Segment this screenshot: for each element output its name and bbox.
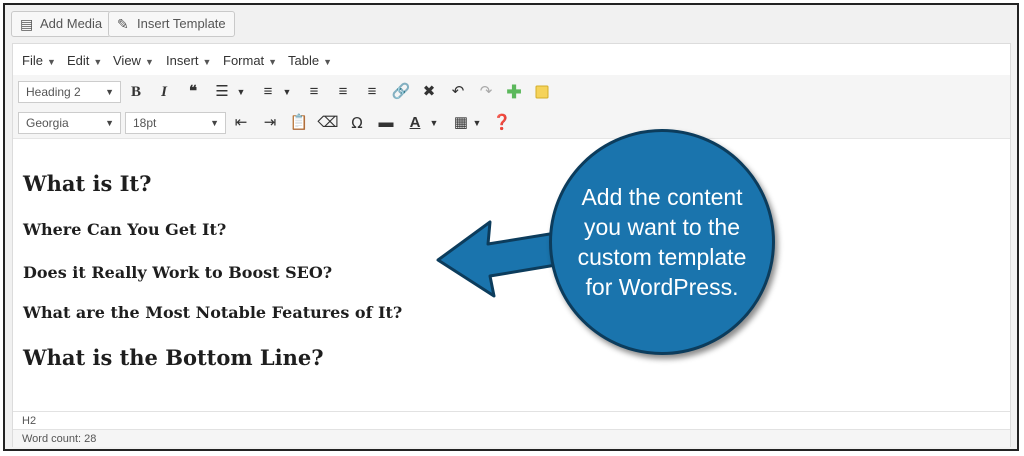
editor-toolbar: Heading 2 ▼ B I ❝ ☰ ▼ ≡ ▼ ≡ ≡ ≡ 🔗 ✖ ↶ ↷ ✚… [13,75,1010,139]
menu-file[interactable]: File ▼ [22,53,56,68]
heading-bottom-line: What is the Bottom Line? [23,345,324,370]
font-size-select[interactable]: 18pt ▼ [125,112,226,134]
unlink-icon[interactable]: ✖ [418,81,440,103]
text-color-dropdown-icon[interactable]: ▼ [429,112,439,134]
link-icon[interactable]: 🔗 [390,81,412,103]
dropdown-arrow-icon: ▼ [210,118,219,128]
align-left-icon[interactable]: ≡ [303,81,325,103]
menu-format[interactable]: Format ▼ [223,53,277,68]
insert-template-label: Insert Template [137,16,226,31]
editor-menubar: File ▼ Edit ▼ View ▼ Insert ▼ Format ▼ Table ▼ [13,44,1010,76]
caret-icon: ▼ [144,57,154,67]
bullet-list-dropdown-icon[interactable]: ▼ [236,81,246,103]
dropdown-arrow-icon: ▼ [105,87,114,97]
format-select[interactable]: Heading 2 ▼ [18,81,121,103]
caret-icon: ▼ [202,57,212,67]
align-center-icon[interactable]: ≡ [332,81,354,103]
sticky-note-icon[interactable] [531,81,553,103]
numbered-list-dropdown-icon[interactable]: ▼ [282,81,292,103]
table-dropdown-icon[interactable]: ▼ [472,112,482,134]
special-character-icon[interactable]: Ω [346,112,368,134]
align-right-icon[interactable]: ≡ [361,81,383,103]
numbered-list-icon[interactable]: ≡ [257,81,279,103]
pencil-icon: ✎ [117,16,129,32]
media-buttons-bar: ▤ Add Media ✎ Insert Template [5,5,1017,45]
caret-icon: ▼ [46,57,56,67]
menu-table[interactable]: Table ▼ [288,53,332,68]
text-color-icon[interactable]: A [404,112,426,134]
outdent-icon[interactable]: ⇤ [230,112,252,134]
undo-icon[interactable]: ↶ [447,81,469,103]
menu-edit[interactable]: Edit ▼ [67,53,102,68]
bold-icon[interactable]: B [125,81,147,103]
menu-insert[interactable]: Insert ▼ [166,53,211,68]
add-media-button[interactable]: ▤ Add Media [11,11,112,37]
plus-icon[interactable]: ✚ [503,81,525,103]
word-count: Word count: 28 [13,429,1010,447]
callout-text: Add the content you want to the custom t… [577,184,747,300]
add-media-label: Add Media [40,16,103,31]
callout-bubble: Add the content you want to the custom t… [549,129,775,355]
horizontal-line-icon[interactable]: ▬ [375,112,397,134]
caret-icon: ▼ [268,57,278,67]
insert-template-button[interactable]: ✎ Insert Template [108,11,235,37]
bullet-list-icon[interactable]: ☰ [211,81,233,103]
indent-icon[interactable]: ⇥ [259,112,281,134]
element-path: H2 [13,411,1010,429]
caret-icon: ▼ [93,57,103,67]
font-family-select[interactable]: Georgia ▼ [18,112,121,134]
table-icon[interactable]: ▦ [450,112,472,134]
paste-text-icon[interactable]: 📋 [288,112,310,134]
media-icon: ▤ [20,16,34,32]
blockquote-icon[interactable]: ❝ [182,81,204,103]
menu-view[interactable]: View ▼ [113,53,154,68]
redo-icon[interactable]: ↷ [475,81,497,103]
heading-notable-features: What are the Most Notable Features of It… [23,303,403,322]
dropdown-arrow-icon: ▼ [105,118,114,128]
heading-boost-seo: Does it Really Work to Boost SEO? [23,263,333,282]
italic-icon[interactable]: I [153,81,175,103]
clear-formatting-icon[interactable]: ⌫ [317,112,339,134]
heading-where-can-you-get-it: Where Can You Get It? [23,220,227,239]
caret-icon: ▼ [323,57,332,67]
help-icon[interactable]: ❓ [491,112,513,134]
heading-what-is-it: What is It? [23,171,152,196]
